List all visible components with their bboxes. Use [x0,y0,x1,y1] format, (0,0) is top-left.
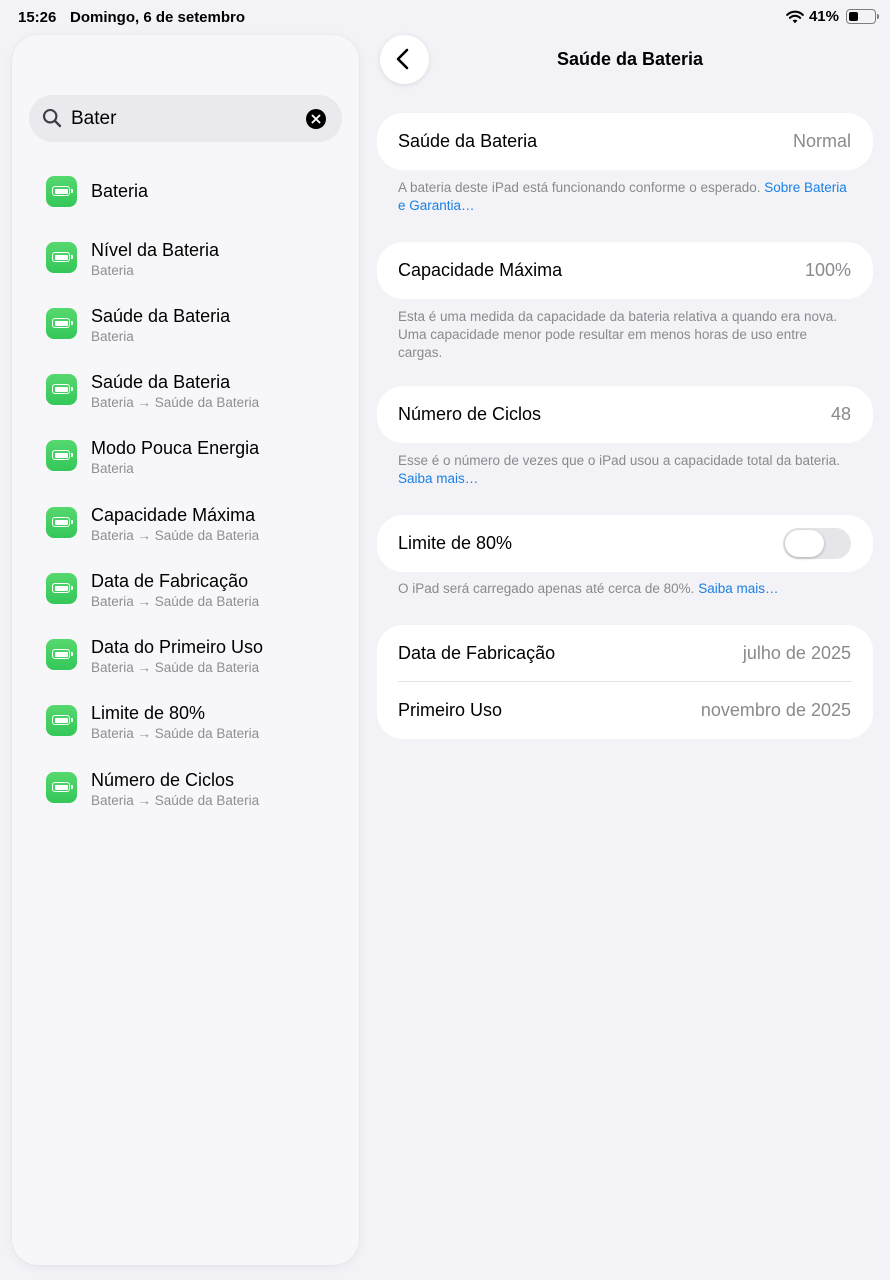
result-title: Saúde da Bateria [91,372,231,392]
search-result[interactable]: Saúde da Bateria Bateria → Saúde da Bate… [12,372,359,434]
back-button[interactable] [380,35,429,84]
search-result[interactable]: Limite de 80% Bateria → Saúde da Bateria [12,703,359,765]
result-title: Modo Pouca Energia [91,438,260,458]
manufacture-date-label: Data de Fabricação [398,643,556,663]
result-title: Bateria [91,181,149,201]
battery-app-icon [46,573,77,604]
search-input[interactable]: Bater [71,108,116,130]
battery-health-value: Normal [792,131,851,151]
result-subtitle: Bateria [91,329,134,344]
manufacture-date-row: Data de Fabricação julho de 2025 [377,625,873,682]
result-subtitle: Bateria [91,461,134,476]
result-title: Saúde da Bateria [91,306,231,326]
result-title: Nível da Bateria [91,240,220,260]
cycle-count-footer: Esse é o número de vezes que o iPad usou… [398,452,848,488]
max-capacity-footer: Esta é uma medida da capacidade da bater… [398,308,848,362]
clear-search-icon[interactable] [306,109,326,129]
first-use-row: Primeiro Uso novembro de 2025 [377,682,873,739]
search-field[interactable]: Bater [29,95,342,142]
dates-card: Data de Fabricação julho de 2025 Primeir… [377,625,873,739]
battery-health-footer: A bateria deste iPad está funcionando co… [398,179,848,215]
result-subtitle: Bateria → Saúde da Bateria [91,594,260,609]
charge-limit-footer-text: O iPad será carregado apenas até cerca d… [398,581,699,596]
battery-app-icon [46,308,77,339]
result-title: Limite de 80% [91,703,206,723]
max-capacity-value: 100% [804,260,851,280]
cycle-count-value: 48 [830,404,851,424]
max-capacity-label: Capacidade Máxima [398,260,563,280]
magnifying-glass-icon [42,108,62,133]
toggle-knob [785,530,824,557]
cycle-count-row: Número de Ciclos 48 [377,386,873,443]
search-result[interactable]: Data de Fabricação Bateria → Saúde da Ba… [12,571,359,633]
max-capacity-footer-text: Esta é uma medida da capacidade da bater… [398,309,838,360]
status-bar: 15:26 Domingo, 6 de setembro 41% [0,0,890,34]
first-use-label: Primeiro Uso [398,700,503,720]
result-subtitle: Bateria → Saúde da Bateria [91,528,260,543]
result-title: Número de Ciclos [91,770,235,790]
cycle-count-footer-text: Esse é o número de vezes que o iPad usou… [398,453,841,468]
result-title: Data de Fabricação [91,571,249,591]
battery-app-icon [46,507,77,538]
battery-app-icon [46,176,77,207]
search-result[interactable]: Saúde da Bateria Bateria [12,306,359,368]
battery-app-icon [46,705,77,736]
manufacture-date-value: julho de 2025 [742,643,851,663]
charge-limit-footer: O iPad será carregado apenas até cerca d… [398,580,848,598]
battery-health-footer-text: A bateria deste iPad está funcionando co… [398,180,765,195]
search-result[interactable]: Número de Ciclos Bateria → Saúde da Bate… [12,770,359,832]
first-use-value: novembro de 2025 [700,700,851,720]
max-capacity-card: Capacidade Máxima 100% [377,242,873,299]
charge-limit-row: Limite de 80% [377,515,873,572]
max-capacity-row: Capacidade Máxima 100% [377,242,873,299]
search-result[interactable]: Data do Primeiro Uso Bateria → Saúde da … [12,637,359,699]
battery-app-icon [46,440,77,471]
battery-app-icon [46,639,77,670]
search-result[interactable]: Nível da Bateria Bateria [12,240,359,302]
battery-health-row[interactable]: Saúde da Bateria Normal [377,113,873,170]
status-indicators: 41% [786,8,879,25]
limit-learn-more-link[interactable]: Saiba mais… [698,581,778,596]
search-result[interactable]: Capacidade Máxima Bateria → Saúde da Bat… [12,505,359,567]
result-title: Data do Primeiro Uso [91,637,264,657]
charge-limit-label: Limite de 80% [398,533,513,553]
battery-app-icon [46,242,77,273]
battery-icon [846,9,879,24]
cycle-learn-more-link[interactable]: Saiba mais… [398,471,478,486]
battery-health-label: Saúde da Bateria [398,131,538,151]
search-result[interactable]: Modo Pouca Energia Bateria [12,438,359,500]
result-subtitle: Bateria → Saúde da Bateria [91,726,260,741]
result-subtitle: Bateria → Saúde da Bateria [91,660,260,675]
charge-limit-toggle[interactable] [783,528,851,559]
search-result[interactable]: Bateria [12,176,359,236]
charge-limit-card: Limite de 80% [377,515,873,572]
result-subtitle: Bateria [91,263,134,278]
result-title: Capacidade Máxima [91,505,256,525]
page-title: Saúde da Bateria [556,49,704,69]
cycle-count-label: Número de Ciclos [398,404,542,424]
result-subtitle: Bateria → Saúde da Bateria [91,793,260,808]
battery-app-icon [46,772,77,803]
cycle-count-card: Número de Ciclos 48 [377,386,873,443]
battery-app-icon [46,374,77,405]
battery-health-card: Saúde da Bateria Normal [377,113,873,170]
status-time: 15:26 [18,9,57,26]
status-date: Domingo, 6 de setembro [70,9,246,26]
result-subtitle: Bateria → Saúde da Bateria [91,395,260,410]
battery-percent: 41% [808,8,839,25]
sidebar: Bater Bateria Nível da Bateria Bateria S… [12,35,359,1265]
wifi-icon [786,10,804,24]
